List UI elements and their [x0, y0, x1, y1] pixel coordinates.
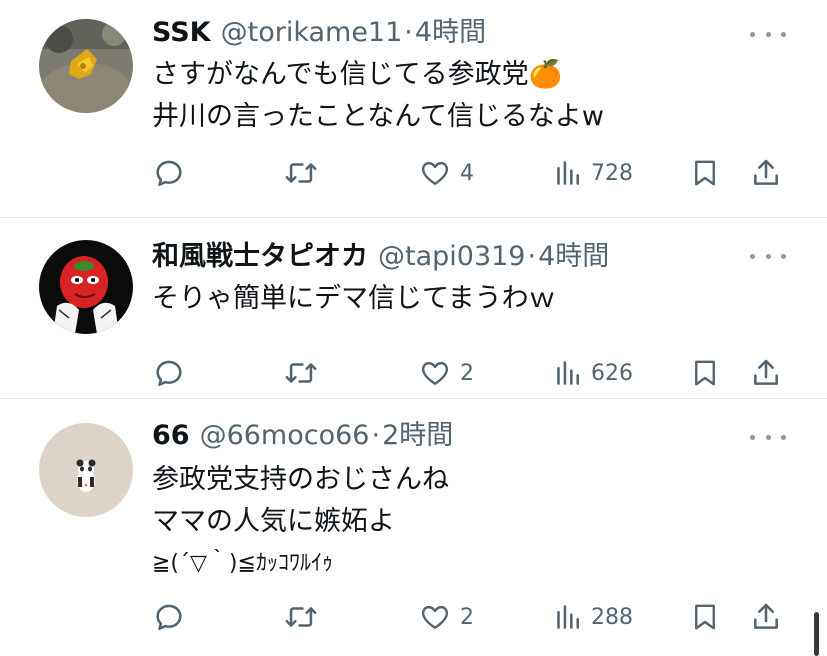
timestamp[interactable]: 2時間 — [382, 419, 453, 453]
tweet-text-line: ≧(´▽｀)≦ｶｯｺﾜﾙｲｩ — [152, 551, 333, 576]
reply-icon — [156, 604, 182, 631]
separator: · — [371, 420, 381, 451]
tweet-header: 和風戦士タピオカ @tapi0319 · 4時間 — [152, 240, 609, 274]
bookmark-button[interactable] — [690, 155, 720, 191]
timestamp[interactable]: 4時間 — [538, 240, 609, 274]
views-button[interactable]: 288 — [555, 599, 633, 635]
more-icon[interactable] — [750, 24, 786, 44]
reply-icon — [156, 160, 182, 187]
bookmark-button[interactable] — [690, 599, 720, 635]
scrollbar[interactable] — [814, 612, 819, 656]
tweet-text: 参政党支持のおじさんね ママの人気に嫉妬よ ≧(´▽｀)≦ｶｯｺﾜﾙｲｩ — [152, 459, 792, 585]
heart-icon — [421, 605, 449, 629]
tweet[interactable]: 和風戦士タピオカ @tapi0319 · 4時間 そりゃ簡単にデマ信じてまうわｗ… — [0, 218, 827, 398]
more-icon[interactable] — [750, 427, 786, 447]
like-count: 2 — [460, 604, 474, 630]
reply-button[interactable] — [152, 599, 186, 635]
timeline-feed: SSK @torikame11 · 4時間 さすがなんでも信じてる参政党🍊 井川… — [0, 0, 827, 656]
view-count: 288 — [591, 604, 633, 630]
view-count: 626 — [591, 360, 633, 386]
retweet-button[interactable] — [283, 355, 319, 391]
share-icon — [754, 159, 778, 185]
bookmark-button[interactable] — [690, 355, 720, 391]
reply-button[interactable] — [152, 355, 186, 391]
separator: · — [404, 17, 413, 48]
tweet-text: そりゃ簡単にデマ信じてまうわｗ — [152, 278, 792, 320]
tweet[interactable]: SSK @torikame11 · 4時間 さすがなんでも信じてる参政党🍊 井川… — [0, 0, 827, 217]
share-icon — [754, 359, 778, 385]
retweet-icon — [285, 163, 317, 183]
like-button[interactable]: 2 — [418, 355, 474, 391]
tweet-text-line: さすがなんでも信じてる参政党🍊 — [152, 59, 563, 90]
display-name[interactable]: SSK — [152, 16, 211, 50]
like-button[interactable]: 2 — [418, 599, 474, 635]
bookmark-icon — [695, 360, 715, 386]
tweet-text: さすがなんでも信じてる参政党🍊 井川の言ったことなんて信じるなよw — [152, 54, 792, 138]
user-handle[interactable]: @torikame11 — [221, 16, 403, 50]
views-chart-icon — [557, 605, 580, 629]
heart-icon — [421, 161, 449, 185]
like-count: 2 — [460, 360, 474, 386]
tweet[interactable]: 66 @66moco66 · 2時間 参政党支持のおじさんね ママの人気に嫉妬よ… — [0, 399, 827, 656]
bookmark-icon — [695, 604, 715, 630]
action-bar: 2 288 — [150, 599, 790, 635]
bookmark-icon — [695, 160, 715, 186]
action-bar: 4 728 — [150, 155, 790, 191]
views-chart-icon — [557, 161, 580, 185]
views-button[interactable]: 626 — [555, 355, 633, 391]
action-bar: 2 626 — [150, 355, 790, 391]
more-icon[interactable] — [750, 246, 786, 266]
reply-button[interactable] — [152, 155, 186, 191]
views-button[interactable]: 728 — [555, 155, 633, 191]
share-button[interactable] — [750, 599, 782, 635]
retweet-button[interactable] — [283, 599, 319, 635]
user-handle[interactable]: @tapi0319 — [378, 240, 526, 274]
like-count: 4 — [460, 160, 474, 186]
tweet-text-line: そりゃ簡単にデマ信じてまうわｗ — [152, 283, 556, 314]
share-button[interactable] — [750, 355, 782, 391]
avatar[interactable] — [39, 423, 133, 517]
view-count: 728 — [591, 160, 633, 186]
avatar[interactable] — [39, 240, 133, 334]
share-button[interactable] — [750, 155, 782, 191]
retweet-button[interactable] — [283, 155, 319, 191]
like-button[interactable]: 4 — [418, 155, 474, 191]
tweet-text-line: 参政党支持のおじさんね — [152, 464, 449, 495]
display-name[interactable]: 和風戦士タピオカ — [152, 240, 368, 274]
retweet-icon — [285, 363, 317, 383]
reply-icon — [156, 360, 182, 387]
tweet-text-line: 井川の言ったことなんて信じるなよw — [152, 101, 604, 132]
tweet-text-line: ママの人気に嫉妬よ — [152, 506, 395, 537]
display-name[interactable]: 66 — [152, 419, 190, 453]
tweet-header: 66 @66moco66 · 2時間 — [152, 419, 453, 453]
views-chart-icon — [557, 361, 580, 385]
avatar[interactable] — [39, 19, 133, 113]
separator: · — [527, 241, 537, 272]
heart-icon — [421, 361, 449, 385]
tweet-header: SSK @torikame11 · 4時間 — [152, 16, 486, 50]
timestamp[interactable]: 4時間 — [415, 16, 486, 50]
retweet-icon — [285, 607, 317, 627]
user-handle[interactable]: @66moco66 — [200, 419, 370, 453]
share-icon — [754, 603, 778, 629]
